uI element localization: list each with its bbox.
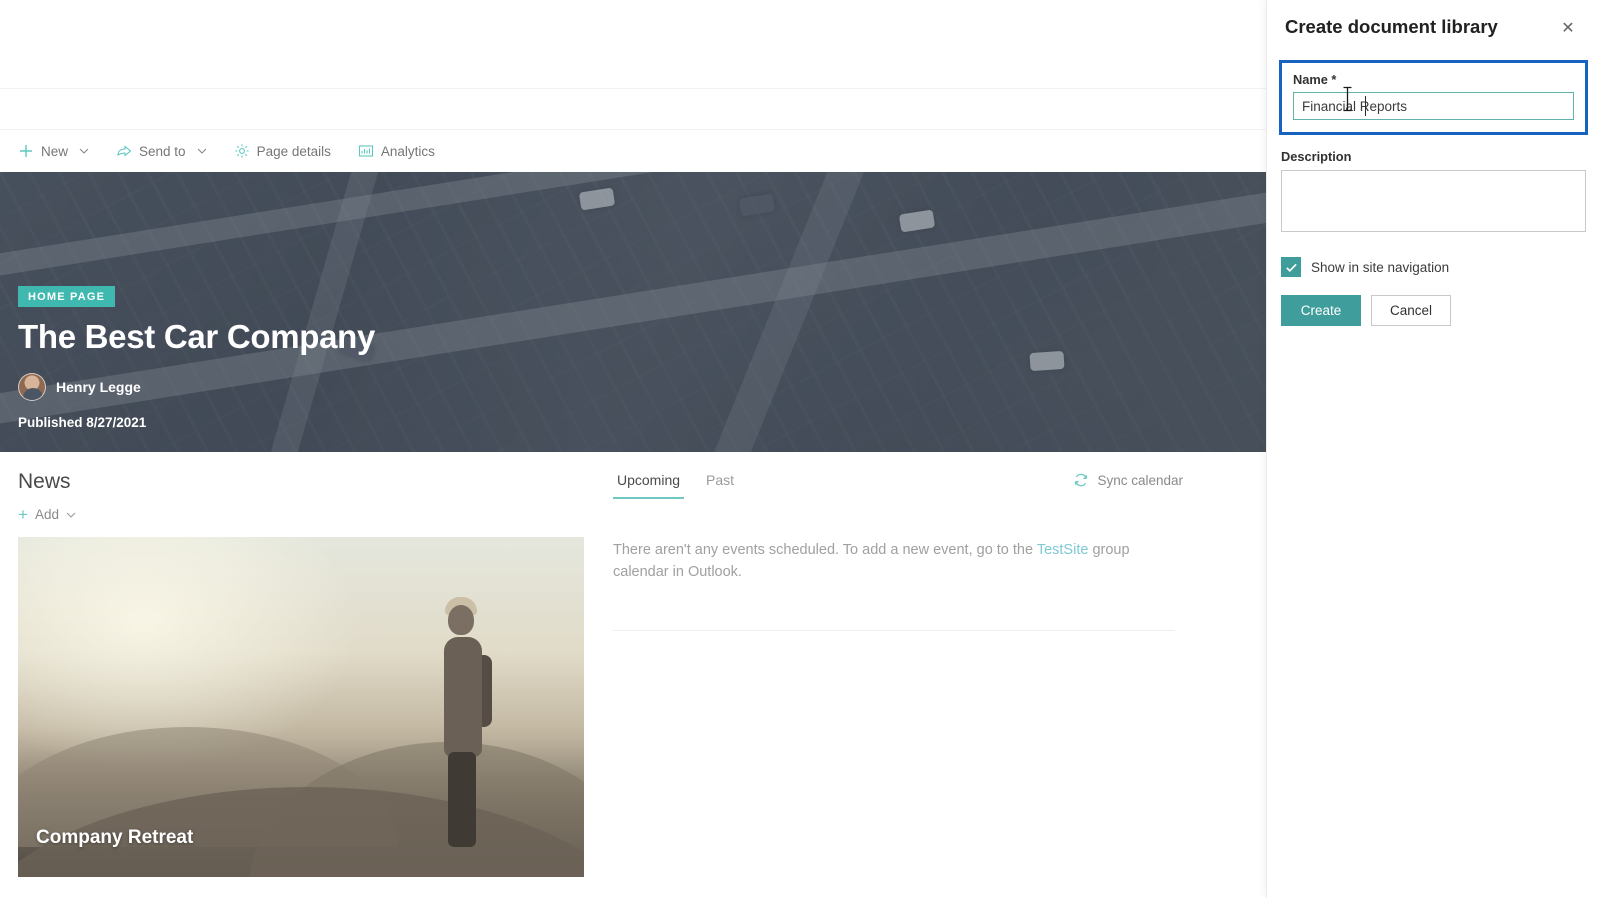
events-tabs: Upcoming Past (613, 466, 738, 499)
events-group-link[interactable]: TestSite (1037, 542, 1089, 558)
hero-banner[interactable]: HOME PAGE The Best Car Company Henry Leg… (0, 172, 1266, 452)
show-in-site-navigation-row[interactable]: Show in site navigation (1281, 257, 1600, 277)
command-page-details-label: Page details (256, 143, 331, 159)
close-icon[interactable]: ✕ (1554, 14, 1582, 42)
chevron-down-icon (79, 146, 89, 156)
plus-icon (18, 143, 34, 159)
command-send-to-label: Send to (139, 143, 186, 159)
description-field-label: Description (1281, 149, 1352, 164)
sync-calendar-button[interactable]: Sync calendar (1073, 466, 1183, 488)
create-document-library-panel: Create document library ✕ Name * Descrip… (1266, 0, 1600, 898)
news-add-button[interactable]: + Add (18, 506, 584, 523)
command-analytics[interactable]: Analytics (358, 143, 448, 159)
avatar (18, 373, 46, 401)
sync-calendar-label: Sync calendar (1097, 472, 1183, 488)
tab-past[interactable]: Past (702, 466, 738, 499)
news-webpart: News + Add Company Retreat (18, 470, 584, 877)
events-empty-text-before: There aren't any events scheduled. To ad… (613, 542, 1037, 558)
sync-icon (1073, 472, 1089, 488)
events-webpart: Upcoming Past Sync calendar There aren't… (613, 466, 1183, 584)
name-field-label: Name * (1293, 72, 1337, 87)
tab-upcoming[interactable]: Upcoming (613, 466, 685, 499)
name-field-group: Name * (1279, 60, 1588, 135)
news-add-label: Add (34, 507, 59, 522)
cancel-button[interactable]: Cancel (1371, 295, 1452, 326)
news-heading: News (18, 470, 71, 493)
send-to-icon (116, 143, 132, 159)
page-title: The Best Car Company (18, 317, 376, 355)
hero-content: HOME PAGE The Best Car Company Henry Leg… (18, 285, 376, 430)
app-root: New Send to Page details Analytics HOME … (0, 0, 1600, 898)
command-send-to[interactable]: Send to (116, 143, 220, 159)
events-tabs-row: Upcoming Past Sync calendar (613, 466, 1183, 499)
plus-icon: + (18, 505, 28, 524)
sharepoint-page-canvas: New Send to Page details Analytics HOME … (0, 0, 1266, 898)
news-card[interactable]: Company Retreat (18, 537, 584, 877)
analytics-icon (358, 143, 374, 159)
show-in-site-navigation-label: Show in site navigation (1311, 259, 1450, 275)
panel-title: Create document library (1285, 16, 1498, 37)
events-empty-message: There aren't any events scheduled. To ad… (613, 539, 1161, 584)
show-in-site-navigation-checkbox[interactable] (1281, 257, 1301, 277)
description-field-group: Description (1281, 149, 1586, 237)
header-divider-top (0, 88, 1266, 89)
command-bar: New Send to Page details Analytics (0, 130, 1266, 172)
hiker-silhouette (432, 597, 492, 847)
chevron-down-icon (66, 510, 76, 520)
news-card-title: Company Retreat (36, 827, 194, 848)
name-input[interactable] (1293, 92, 1574, 120)
command-new-label: New (41, 143, 69, 159)
chevron-down-icon (197, 146, 207, 156)
hero-author-row: Henry Legge (18, 373, 375, 401)
text-caret (1365, 96, 1366, 116)
description-input[interactable] (1281, 170, 1586, 232)
command-new[interactable]: New (18, 143, 102, 159)
name-input-wrap (1293, 86, 1574, 120)
panel-actions: Create Cancel (1281, 295, 1600, 326)
page-body: News + Add Company Retreat Upcoming Past… (0, 452, 1266, 898)
home-page-badge: HOME PAGE (18, 285, 116, 307)
command-analytics-label: Analytics (380, 143, 435, 159)
events-divider (613, 630, 1175, 631)
gear-icon (234, 143, 250, 159)
hero-published-date: Published 8/27/2021 (18, 415, 147, 430)
hero-author-name: Henry Legge (56, 379, 141, 395)
panel-header: Create document library ✕ (1267, 0, 1600, 42)
check-icon (1285, 263, 1297, 272)
create-button[interactable]: Create (1281, 295, 1361, 326)
command-page-details[interactable]: Page details (234, 143, 344, 159)
top-blank-area (0, 0, 1266, 88)
